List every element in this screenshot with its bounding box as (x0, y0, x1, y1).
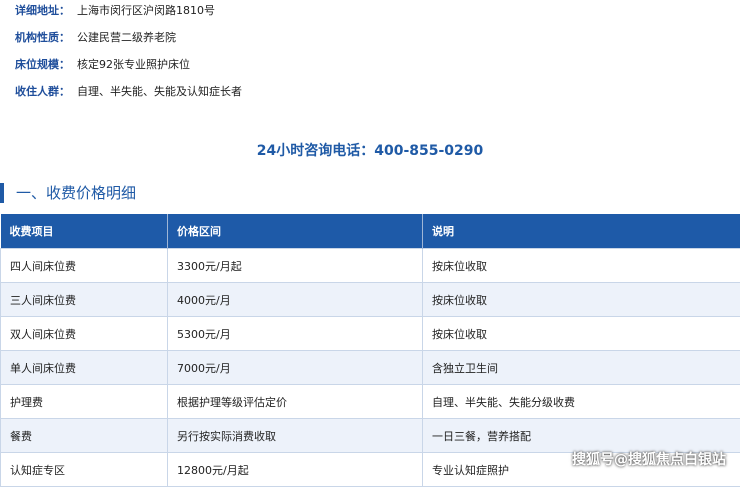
hotline-text: 24小时咨询电话：400-855-0290 (0, 142, 740, 160)
cell-note: 按床位收取 (423, 317, 740, 351)
section-title: 一、收费价格明细 (0, 183, 136, 203)
cell-note: 一日三餐，营养搭配 (423, 419, 740, 453)
cell-item: 护理费 (1, 385, 168, 419)
cell-price: 7000元/月 (168, 351, 423, 385)
cell-note: 自理、半失能、失能分级收费 (423, 385, 740, 419)
table-row: 双人间床位费 5300元/月 按床位收取 (1, 317, 740, 351)
table-row: 单人间床位费 7000元/月 含独立卫生间 (1, 351, 740, 385)
info-value: 自理、半失能、失能及认知症长者 (77, 85, 242, 98)
cell-price: 根据护理等级评估定价 (168, 385, 423, 419)
info-label: 床位规模： (15, 58, 77, 72)
cell-note: 按床位收取 (423, 283, 740, 317)
info-row-address: 详细地址：上海市闵行区沪闵路1810号 (15, 4, 215, 18)
price-table: 收费项目 价格区间 说明 四人间床位费 3300元/月起 按床位收取 三人间床位… (0, 214, 740, 487)
cell-price: 3300元/月起 (168, 249, 423, 283)
info-value: 上海市闵行区沪闵路1810号 (77, 4, 215, 17)
table-row: 三人间床位费 4000元/月 按床位收取 (1, 283, 740, 317)
header-note: 说明 (423, 214, 740, 249)
watermark: 搜狐号@搜狐焦点白银站 (572, 449, 726, 469)
table-row: 餐费 另行按实际消费收取 一日三餐，营养搭配 (1, 419, 740, 453)
cell-item: 单人间床位费 (1, 351, 168, 385)
header-item: 收费项目 (1, 214, 168, 249)
info-value: 公建民营二级养老院 (77, 31, 176, 44)
info-label: 机构性质： (15, 31, 77, 45)
info-label: 详细地址： (15, 4, 77, 18)
table-row: 四人间床位费 3300元/月起 按床位收取 (1, 249, 740, 283)
cell-item: 四人间床位费 (1, 249, 168, 283)
info-row-beds: 床位规模：核定92张专业照护床位 (15, 58, 190, 72)
table-header-row: 收费项目 价格区间 说明 (1, 214, 740, 249)
info-label: 收住人群： (15, 85, 77, 99)
cell-price: 另行按实际消费收取 (168, 419, 423, 453)
cell-item: 三人间床位费 (1, 283, 168, 317)
info-value: 核定92张专业照护床位 (77, 58, 190, 71)
cell-note: 含独立卫生间 (423, 351, 740, 385)
cell-price: 4000元/月 (168, 283, 423, 317)
cell-price: 12800元/月起 (168, 453, 423, 487)
info-row-residents: 收住人群：自理、半失能、失能及认知症长者 (15, 85, 242, 99)
cell-item: 双人间床位费 (1, 317, 168, 351)
table-row: 护理费 根据护理等级评估定价 自理、半失能、失能分级收费 (1, 385, 740, 419)
info-row-nature: 机构性质：公建民营二级养老院 (15, 31, 176, 45)
cell-item: 认知症专区 (1, 453, 168, 487)
header-price: 价格区间 (168, 214, 423, 249)
cell-note: 按床位收取 (423, 249, 740, 283)
cell-item: 餐费 (1, 419, 168, 453)
cell-price: 5300元/月 (168, 317, 423, 351)
